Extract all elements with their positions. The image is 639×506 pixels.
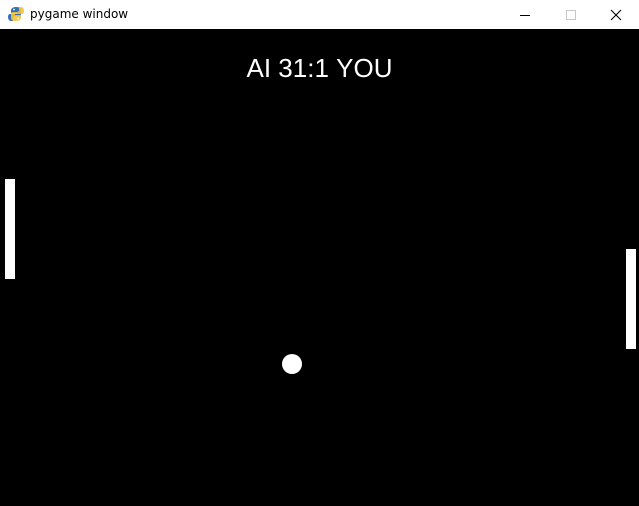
- player-score: 1: [314, 53, 329, 83]
- close-icon: [610, 9, 622, 20]
- minimize-button[interactable]: [502, 0, 548, 29]
- ai-paddle: [5, 179, 15, 279]
- maximize-icon: [566, 9, 576, 20]
- scoreboard: AI 31:1 YOU: [0, 53, 639, 83]
- ai-score: 31: [278, 53, 308, 83]
- pygame-snake-icon: [8, 6, 24, 22]
- pygame-window: pygame window AI 31:1 YOU: [0, 0, 639, 506]
- player-paddle: [626, 249, 636, 349]
- player-label: YOU: [336, 53, 393, 83]
- game-canvas[interactable]: AI 31:1 YOU: [0, 29, 639, 506]
- score-separator: :: [307, 53, 315, 83]
- ai-label: AI: [246, 53, 272, 83]
- minimize-icon: [520, 14, 530, 16]
- window-title: pygame window: [30, 7, 129, 21]
- ball: [282, 354, 302, 374]
- maximize-button[interactable]: [548, 0, 594, 29]
- title-bar[interactable]: pygame window: [0, 0, 639, 29]
- close-button[interactable]: [593, 0, 639, 29]
